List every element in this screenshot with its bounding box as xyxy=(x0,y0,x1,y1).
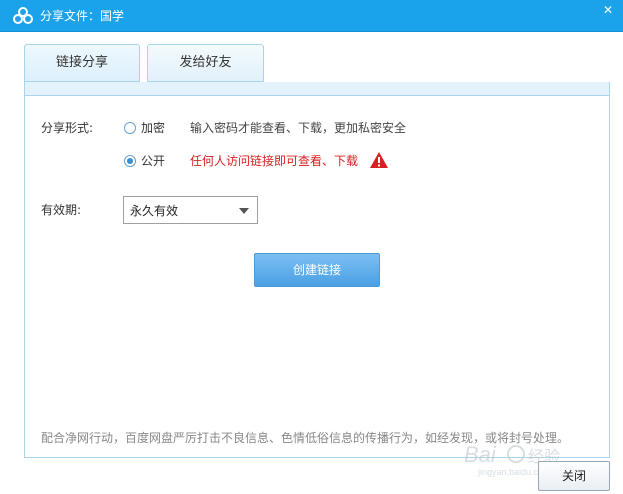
radio-encrypted-label[interactable]: 加密 xyxy=(141,120,165,136)
cloud-logo-icon xyxy=(13,7,33,24)
share-form-label: 分享形式: xyxy=(41,121,94,135)
close-icon[interactable]: ✕ xyxy=(599,2,617,18)
validity-label: 有效期: xyxy=(41,203,82,217)
tab-panel-header xyxy=(24,82,610,95)
radio-public[interactable] xyxy=(124,155,136,167)
share-dialog: 分享文件：国学 ✕ 链接分享 发给好友 分享形式: 加密 输入密码才能查看、下载… xyxy=(0,0,623,494)
warning-triangle-icon xyxy=(370,152,388,168)
public-hint: 任何人访问链接即可查看、下载 xyxy=(190,154,359,168)
window-title: 分享文件：国学 xyxy=(40,9,125,23)
tab-send-to-friend[interactable]: 发给好友 xyxy=(147,44,264,82)
create-link-button[interactable]: 创建链接 xyxy=(254,253,380,287)
title-bar: 分享文件：国学 ✕ xyxy=(0,0,623,32)
close-button[interactable]: 关闭 xyxy=(538,461,610,491)
svg-text:Bai: Bai xyxy=(464,442,497,467)
chevron-down-icon xyxy=(239,208,249,214)
validity-selected-value: 永久有效 xyxy=(130,204,179,218)
radio-encrypted[interactable] xyxy=(124,122,136,134)
radio-public-label[interactable]: 公开 xyxy=(141,153,165,169)
validity-select[interactable]: 永久有效 xyxy=(123,196,258,224)
encrypted-hint: 输入密码才能查看、下载，更加私密安全 xyxy=(190,121,407,135)
tab-link-share[interactable]: 链接分享 xyxy=(24,44,140,82)
